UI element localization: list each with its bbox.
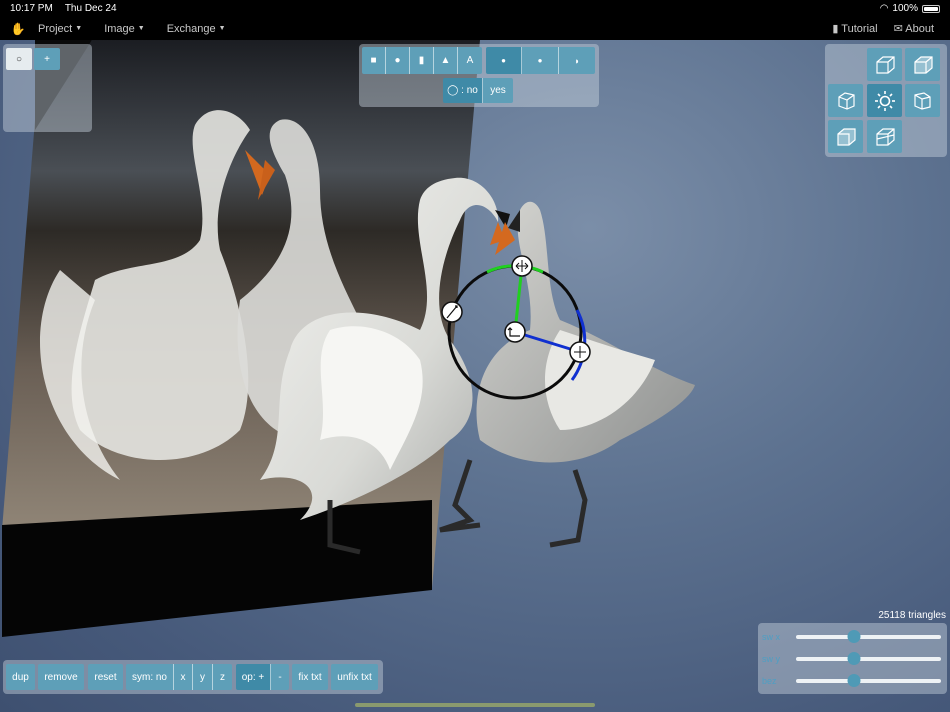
slider-thumb[interactable] xyxy=(847,674,861,687)
sym-toggle-button[interactable]: sym: no xyxy=(126,664,174,690)
left-tool-panel: ○ + xyxy=(3,44,92,132)
mode-half-button[interactable]: ◗ xyxy=(559,47,595,74)
remove-button[interactable]: remove xyxy=(38,664,84,690)
menu-image[interactable]: Image ▼ xyxy=(104,23,145,35)
circle-toggle: ◯ : no yes xyxy=(443,78,513,103)
status-time: 10:17 PM xyxy=(10,3,53,14)
light-sun-icon[interactable] xyxy=(867,84,902,117)
tutorial-link[interactable]: ▮ Tutorial xyxy=(832,22,877,35)
reset-button[interactable]: reset xyxy=(88,664,123,690)
wifi-icon: ◠ xyxy=(879,3,889,14)
view-bottom-left-cube-icon[interactable] xyxy=(828,120,863,153)
view-cube-panel xyxy=(825,44,947,157)
battery-icon xyxy=(922,4,940,13)
slider-label: sw y xyxy=(762,654,780,664)
mode-buttons: ● ● ◗ xyxy=(486,47,595,74)
symmetry-group: sym: no x y z xyxy=(126,664,232,690)
shape-toolbar: ■ ● ▮ ▲ A ● ● ◗ ◯ : no yes xyxy=(359,44,599,107)
status-date: Thu Dec 24 xyxy=(64,3,117,14)
text-shape-button[interactable]: A xyxy=(458,47,482,74)
op-plus-button[interactable]: op: + xyxy=(236,664,271,690)
cube-shape-button[interactable]: ■ xyxy=(362,47,386,74)
chevron-down-icon: ▼ xyxy=(75,25,83,32)
book-icon: ▮ xyxy=(832,23,842,35)
move-handle-right[interactable] xyxy=(569,341,591,363)
unfix-texture-button[interactable]: unfix txt xyxy=(331,664,378,690)
status-bar: 10:17 PM Thu Dec 24 ◠ 100% xyxy=(0,0,950,17)
view-bottom-cube-icon[interactable] xyxy=(867,120,902,153)
dup-button[interactable]: dup xyxy=(6,664,35,690)
slider-track[interactable] xyxy=(796,630,941,643)
fix-texture-button[interactable]: fix txt xyxy=(292,664,328,690)
scale-handle[interactable] xyxy=(441,301,463,323)
mode-solid-button[interactable]: ● xyxy=(486,47,522,74)
home-indicator xyxy=(355,703,595,707)
view-top-right-cube-icon[interactable] xyxy=(905,48,940,81)
menu-project[interactable]: Project ▼ xyxy=(38,23,82,35)
move-mode-button[interactable]: + xyxy=(34,48,60,70)
view-top-left-cube-icon[interactable] xyxy=(867,48,902,81)
view-right-cube-icon[interactable] xyxy=(905,84,940,117)
sym-x-button[interactable]: x xyxy=(174,664,193,690)
move-handle-top[interactable] xyxy=(511,255,533,277)
chevron-down-icon: ▼ xyxy=(137,25,145,32)
menu-bar: ✋ Project ▼ Image ▼ Exchange ▼ ▮ Tutorial ✉… xyxy=(0,17,950,40)
sphere-shape-button[interactable]: ● xyxy=(386,47,410,74)
mode-smooth-button[interactable]: ● xyxy=(522,47,559,74)
slider-sw-y[interactable]: sw y xyxy=(762,651,947,667)
slider-track[interactable] xyxy=(796,674,941,687)
menu-exchange[interactable]: Exchange ▼ xyxy=(167,23,226,35)
battery-percent: 100% xyxy=(892,3,918,14)
triangle-count: 25118 triangles xyxy=(878,610,946,621)
app-logo-icon[interactable]: ✋ xyxy=(6,22,30,36)
circle-toggle-no[interactable]: ◯ : no xyxy=(443,78,483,103)
chevron-down-icon: ▼ xyxy=(218,25,226,32)
mail-icon: ✉ xyxy=(893,23,906,35)
view-left-cube-icon[interactable] xyxy=(828,84,863,117)
slider-thumb[interactable] xyxy=(847,652,861,665)
sym-z-button[interactable]: z xyxy=(213,664,232,690)
rotate-handle-center[interactable] xyxy=(504,321,526,343)
op-minus-button[interactable]: - xyxy=(271,664,289,690)
circle-mode-button[interactable]: ○ xyxy=(6,48,32,70)
slider-label: bez xyxy=(762,676,777,686)
shape-buttons: ■ ● ▮ ▲ A xyxy=(362,47,482,74)
slider-track[interactable] xyxy=(796,652,941,665)
cone-shape-button[interactable]: ▲ xyxy=(434,47,458,74)
slider-thumb[interactable] xyxy=(847,630,861,643)
op-group: op: + - xyxy=(236,664,289,690)
slider-bez[interactable]: bez xyxy=(762,673,947,689)
cylinder-shape-button[interactable]: ▮ xyxy=(410,47,434,74)
slider-sw-x[interactable]: sw x xyxy=(762,629,947,645)
slider-label: sw x xyxy=(762,632,780,642)
sym-y-button[interactable]: y xyxy=(193,664,213,690)
about-link[interactable]: ✉ About xyxy=(894,22,934,35)
circle-toggle-yes[interactable]: yes xyxy=(483,78,513,103)
